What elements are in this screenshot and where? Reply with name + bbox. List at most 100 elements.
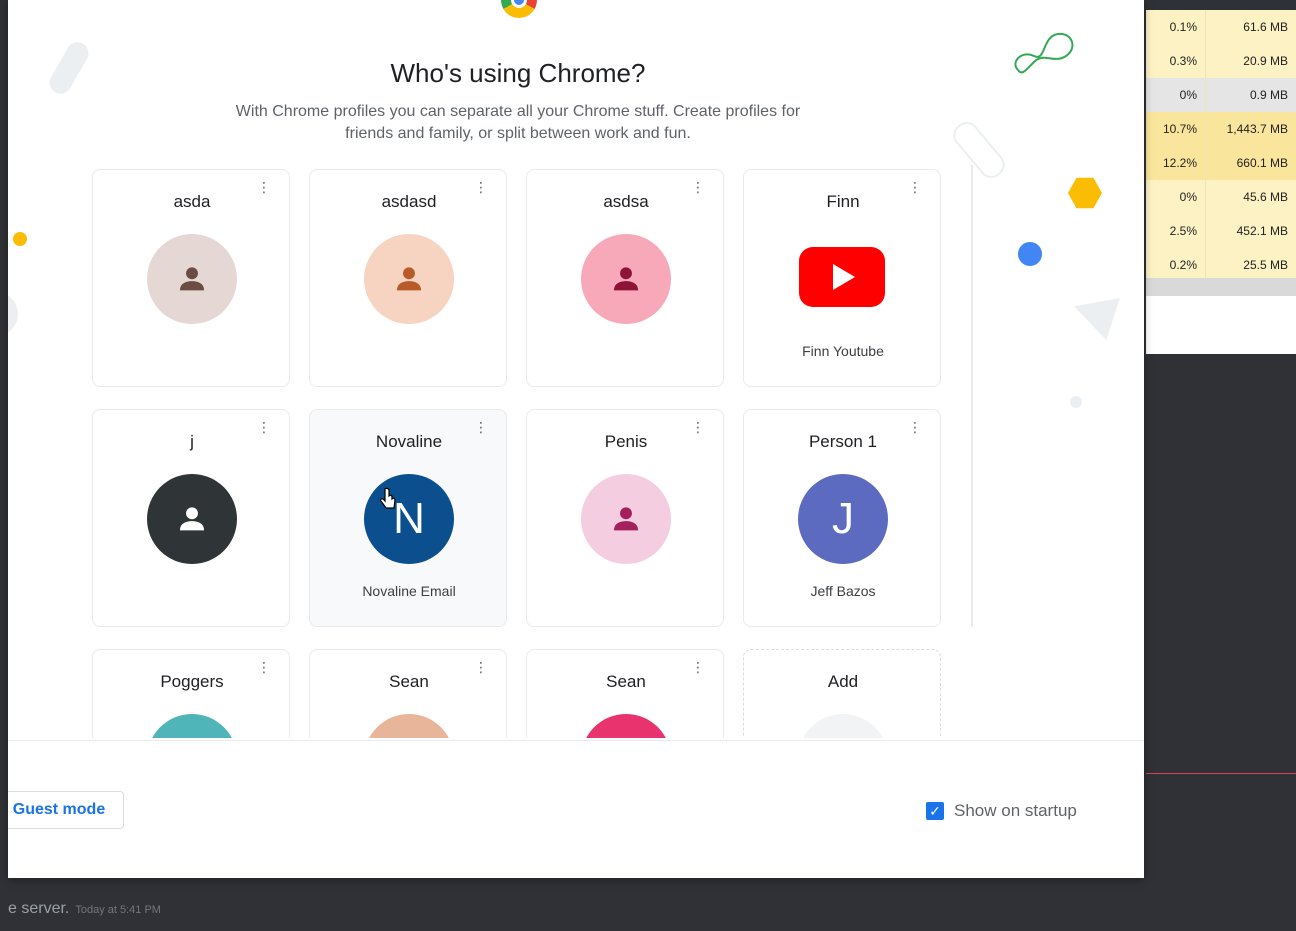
decorative-gray-dot (1070, 396, 1082, 408)
more-options-icon[interactable]: ⋮ (908, 420, 922, 434)
more-options-icon[interactable]: ⋮ (474, 180, 488, 194)
profile-card[interactable]: Poggers ⋮ (92, 649, 290, 738)
add-profile-label: Add (827, 672, 859, 691)
profile-name: Sean (606, 672, 646, 691)
memory-value: 0.9 MB (1249, 88, 1288, 102)
profile-avatar (364, 234, 454, 324)
show-on-startup-label: Show on startup (954, 801, 1077, 820)
profile-name: asda (173, 192, 211, 211)
profile-avatar (147, 474, 237, 564)
profile-avatar (147, 234, 237, 324)
more-options-icon[interactable]: ⋮ (691, 420, 705, 434)
person-icon (179, 267, 205, 291)
profile-avatar: J (798, 474, 888, 564)
profile-card[interactable]: Finn ⋮ Finn Youtube (743, 169, 941, 387)
task-manager-row[interactable]: 12.2% 660.1 MB (1146, 146, 1296, 180)
guest-mode-button[interactable]: Guest mode (8, 791, 124, 829)
profile-name: asdsa (603, 192, 649, 211)
profile-card[interactable]: Sean ⋮ (526, 649, 724, 738)
checkbox-checked-icon[interactable]: ✓ (926, 802, 944, 820)
cpu-value: 12.2% (1146, 146, 1206, 180)
profile-card[interactable]: Penis ⋮ (526, 409, 724, 627)
person-icon (396, 267, 422, 291)
memory-value: 20.9 MB (1243, 54, 1288, 68)
memory-value: 1,443.7 MB (1226, 122, 1288, 136)
message-text: e server. (8, 900, 70, 917)
divider-line (1146, 773, 1296, 774)
memory-value: 452.1 MB (1236, 224, 1288, 238)
more-options-icon[interactable]: ⋮ (257, 420, 271, 434)
add-profile-card[interactable]: Add (743, 649, 941, 738)
decorative-gray-triangle (1074, 298, 1120, 340)
chrome-logo-icon (501, 0, 537, 18)
more-options-icon[interactable]: ⋮ (908, 180, 922, 194)
memory-value: 25.5 MB (1243, 258, 1288, 272)
hand-cursor-icon (380, 487, 396, 509)
profile-grid: asda ⋮ asdasd ⋮ asdsa ⋮ Finn ⋮ Finn Youtube j ⋮ Nov… (8, 160, 972, 738)
profile-name: Finn (826, 192, 860, 211)
cpu-value: 0.1% (1146, 10, 1206, 44)
add-profile-avatar (798, 714, 888, 738)
profile-name: Sean (389, 672, 429, 691)
chrome-profile-picker-window: Who's using Chrome? With Chrome profiles… (8, 0, 1144, 878)
footer-bar: Guest mode ✓ Show on startup (8, 740, 1144, 878)
more-options-icon[interactable]: ⋮ (257, 660, 271, 674)
person-icon (179, 507, 205, 531)
cpu-value: 0% (1146, 78, 1206, 112)
profile-avatar (147, 714, 237, 738)
avatar-letter: J (832, 494, 854, 543)
profile-name: j (190, 432, 194, 451)
profile-card[interactable]: Novaline ⋮ N Novaline Email (309, 409, 507, 627)
profile-avatar (581, 474, 671, 564)
task-manager-row[interactable]: 0% 45.6 MB (1146, 180, 1296, 214)
profile-avatar (581, 714, 671, 738)
memory-value: 61.6 MB (1243, 20, 1288, 34)
show-on-startup-toggle[interactable]: ✓ Show on startup (926, 801, 1077, 821)
more-options-icon[interactable]: ⋮ (474, 420, 488, 434)
profile-card[interactable]: asdsa ⋮ (526, 169, 724, 387)
cpu-value: 0.2% (1146, 248, 1206, 282)
task-manager-row[interactable]: 0.1% 61.6 MB (1146, 10, 1296, 44)
profile-name: asdasd (381, 192, 437, 211)
profile-name: Penis (604, 432, 648, 451)
task-manager-panel: 0.1% 61.6 MB 0.3% 20.9 MB 0% 0.9 MB 10.7% 1,443… (1146, 10, 1296, 354)
cpu-value: 10.7% (1146, 112, 1206, 146)
more-options-icon[interactable]: ⋮ (474, 660, 488, 674)
profile-grid-scrollbar[interactable] (971, 165, 973, 627)
profile-card[interactable]: Person 1 ⋮ J Jeff Bazos (743, 409, 941, 627)
profile-name: Person 1 (808, 432, 878, 451)
profile-avatar (364, 714, 454, 738)
decorative-yellow-hexagon (1068, 177, 1102, 209)
profile-subtitle: Jeff Bazos (810, 583, 876, 599)
task-manager-row[interactable]: 0% 0.9 MB (1146, 78, 1296, 112)
task-manager-scrollbar[interactable] (1146, 278, 1296, 296)
cpu-value: 2.5% (1146, 214, 1206, 248)
message-time: Today at 5:41 PM (75, 904, 161, 916)
more-options-icon[interactable]: ⋮ (691, 180, 705, 194)
task-manager-row[interactable]: 10.7% 1,443.7 MB (1146, 112, 1296, 146)
task-manager-row[interactable]: 2.5% 452.1 MB (1146, 214, 1296, 248)
memory-value: 45.6 MB (1243, 190, 1288, 204)
profile-card[interactable]: Sean ⋮ (309, 649, 507, 738)
more-options-icon[interactable]: ⋮ (691, 660, 705, 674)
profile-card[interactable]: asdasd ⋮ (309, 169, 507, 387)
profile-card[interactable]: j ⋮ (92, 409, 290, 627)
profile-subtitle: Novaline Email (362, 583, 456, 599)
memory-value: 660.1 MB (1236, 156, 1288, 170)
person-icon (613, 267, 639, 291)
profile-avatar (581, 234, 671, 324)
page-title: Who's using Chrome? (390, 58, 646, 88)
person-icon (613, 507, 639, 531)
page-subtitle: With Chrome profiles you can separate al… (235, 103, 801, 142)
decorative-blue-dot (1018, 242, 1042, 266)
youtube-icon (799, 247, 885, 307)
cpu-value: 0.3% (1146, 44, 1206, 78)
profile-name: Poggers (160, 672, 224, 691)
profile-card[interactable]: asda ⋮ (92, 169, 290, 387)
profile-name: Novaline (375, 432, 443, 451)
task-manager-row[interactable]: 0.3% 20.9 MB (1146, 44, 1296, 78)
profile-subtitle: Finn Youtube (802, 343, 884, 359)
background-chat-message: e server. Today at 5:41 PM (8, 900, 161, 918)
more-options-icon[interactable]: ⋮ (257, 180, 271, 194)
task-manager-row[interactable]: 0.2% 25.5 MB (1146, 248, 1296, 282)
